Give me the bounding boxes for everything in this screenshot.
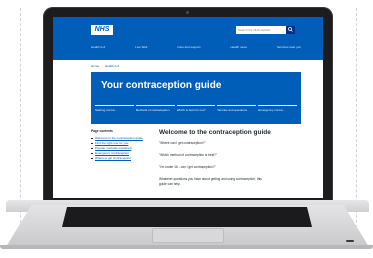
question-text: "Where can I get contraception?"	[159, 141, 206, 145]
keyboard	[62, 207, 312, 227]
hero-link-worries[interactable]: Worries and questions	[217, 105, 257, 119]
primary-nav: Health A-Z Live Well Care and support He…	[91, 43, 301, 51]
nav-item-care-support[interactable]: Care and support	[177, 43, 200, 51]
page-title: Your contraception guide	[101, 80, 222, 91]
status-light	[346, 240, 354, 242]
nav-item-services[interactable]: Services near you	[277, 43, 301, 51]
breadcrumb-home[interactable]: Home	[91, 63, 99, 69]
page-contents: Page contents Welcome to the contracepti…	[91, 129, 147, 161]
contents-link[interactable]: Emergency contraception	[91, 151, 147, 155]
laptop-front-edge	[0, 245, 373, 249]
breadcrumb-health-a-z[interactable]: Health A-Z	[105, 63, 119, 69]
hero-link-emergency[interactable]: Emergency contra...	[258, 105, 297, 119]
search-icon	[288, 27, 293, 32]
page-contents-title: Page contents	[91, 129, 113, 133]
search-input[interactable]: Search the NHS website	[236, 26, 286, 34]
hero-link-methods[interactable]: Methods of contraception	[135, 105, 175, 119]
section-title: Welcome to the contraception guide	[159, 129, 271, 136]
trackpad	[152, 228, 224, 243]
contents-link[interactable]: Popular methods explained	[91, 146, 147, 150]
search-button[interactable]	[286, 26, 295, 34]
breadcrumb: Home Health A-Z	[91, 63, 119, 69]
contents-link[interactable]: Find the right one for you	[91, 141, 147, 145]
laptop-lid: NHS Search the NHS website Health A-Z Li…	[43, 7, 333, 202]
nhs-logo[interactable]: NHS	[91, 25, 113, 35]
hero-banner: Your contraception guide Starting contra…	[91, 72, 301, 124]
webcam-icon	[186, 11, 189, 14]
intro-text: Whatever questions you have about gettin…	[159, 177, 262, 186]
question-text: "Which method of contraception is best?"	[159, 153, 218, 157]
hero-links: Starting contra... Methods of contracept…	[95, 105, 297, 119]
hero-link-starting[interactable]: Starting contra...	[95, 105, 134, 119]
hero-link-best[interactable]: Which is best for me?	[176, 105, 216, 119]
laptop-screen: NHS Search the NHS website Health A-Z Li…	[53, 17, 323, 198]
site-header: NHS Search the NHS website Health A-Z Li…	[53, 17, 323, 60]
question-text: "I'm under 16 - can I get contraception?…	[159, 165, 216, 169]
nav-item-health-news[interactable]: Health news	[230, 43, 247, 51]
contents-link[interactable]: Welcome to the contraception guide	[91, 136, 147, 140]
nav-item-health-a-z[interactable]: Health A-Z	[91, 43, 105, 51]
contents-link[interactable]: Where to get contraception	[91, 156, 147, 160]
nav-item-live-well[interactable]: Live Well	[135, 43, 147, 51]
